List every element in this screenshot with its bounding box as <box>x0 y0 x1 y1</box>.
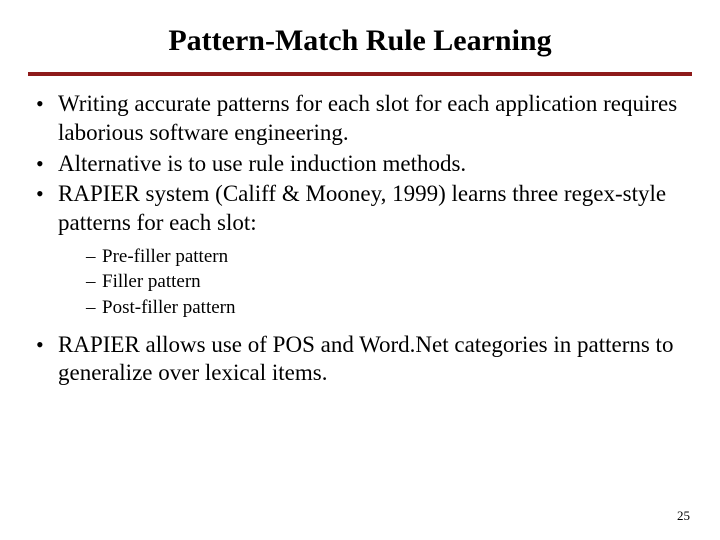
bullet-text: allows use of POS and Word.Net categorie… <box>58 332 673 386</box>
bullet-item: RAPIER system (Califf & Mooney, 1999) le… <box>36 180 692 320</box>
sub-bullet-list: Pre-filler pattern Filler pattern Post-f… <box>58 244 692 321</box>
sub-bullet-item: Pre-filler pattern <box>86 244 692 270</box>
bullet-list: Writing accurate patterns for each slot … <box>28 90 692 388</box>
bullet-item: RAPIER allows use of POS and Word.Net ca… <box>36 331 692 389</box>
sub-bullet-item: Post-filler pattern <box>86 295 692 321</box>
rapier-prefix: R <box>58 181 73 206</box>
rapier-smallcaps: APIER <box>73 181 139 206</box>
bullet-item: Alternative is to use rule induction met… <box>36 150 692 179</box>
bullet-item: Writing accurate patterns for each slot … <box>36 90 692 148</box>
slide-title: Pattern-Match Rule Learning <box>28 24 692 58</box>
rapier-prefix: R <box>58 332 73 357</box>
rapier-smallcaps: APIER <box>73 332 139 357</box>
sub-bullet-item: Filler pattern <box>86 269 692 295</box>
page-number: 25 <box>677 508 690 524</box>
title-rule <box>28 72 692 76</box>
bullet-text: system (Califf & Mooney, 1999) learns th… <box>58 181 666 235</box>
